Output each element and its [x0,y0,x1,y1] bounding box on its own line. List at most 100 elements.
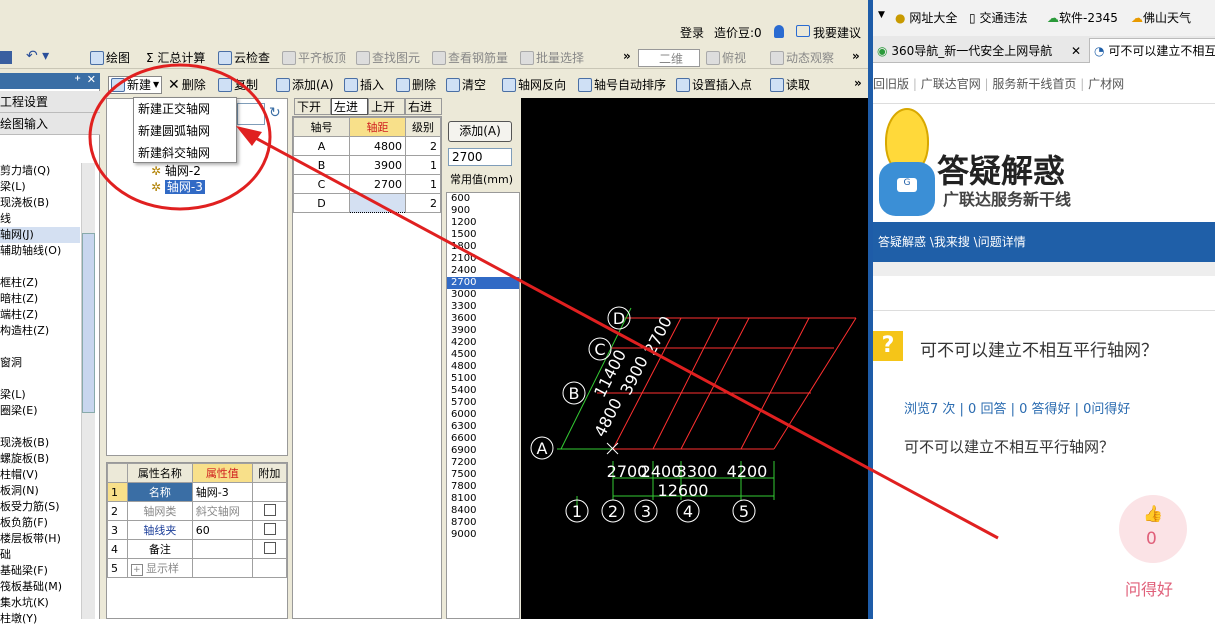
sum-calc-button[interactable]: Σ 汇总计算 [146,49,205,67]
cad-canvas[interactable]: D C B A 1 2 3 4 5 2700 3900 11400 4800 2… [521,98,868,619]
common-value-item[interactable]: 3000 [447,289,519,301]
axis-distance-editing[interactable] [349,193,406,213]
left-scrollbar[interactable] [81,163,95,619]
common-value-item[interactable]: 8100 [447,493,519,505]
component-list-item[interactable]: 梁(L) [0,179,80,195]
close-icon[interactable]: ✕ [1071,40,1081,62]
common-value-item[interactable]: 7500 [447,469,519,481]
axis-level[interactable]: 2 [405,193,441,213]
menu-new-arc[interactable]: 新建圆弧轴网 [134,120,236,142]
component-list-item[interactable]: 轴网(J) [0,227,80,243]
common-value-item[interactable]: 5400 [447,385,519,397]
add-button[interactable]: 添加(A) [448,121,512,142]
component-list-item[interactable]: 辅助轴线(O) [0,243,80,259]
common-value-item[interactable]: 6300 [447,421,519,433]
tab-lower-bay[interactable]: 下开间 [294,98,331,130]
common-value-item[interactable]: 6900 [447,445,519,457]
component-list-item[interactable]: 柱帽(V) [0,467,80,483]
dynamic-view-button[interactable]: 动态观察 [770,49,834,67]
add-axis-button[interactable]: 添加(A) [276,76,334,94]
expand-icon[interactable]: + [131,564,143,576]
save-icon[interactable] [0,51,12,64]
insert-button[interactable]: 插入 [344,76,384,94]
common-value-item[interactable]: 5700 [447,397,519,409]
look-button[interactable]: 俯视 [706,49,746,67]
component-list-item[interactable]: 窗洞 [0,355,80,371]
component-list-item[interactable]: 板洞(N) [0,483,80,499]
common-value-item[interactable]: 6600 [447,433,519,445]
read-button[interactable]: 读取 [770,76,810,94]
common-value-item[interactable]: 1800 [447,241,519,253]
prop-value-name[interactable]: 轴网-3 [191,482,253,502]
common-value-item[interactable]: 1200 [447,217,519,229]
nav-link[interactable]: 回旧版 [873,77,909,91]
checkbox[interactable] [263,541,276,554]
draw-input[interactable]: 绘图输入 [0,113,100,135]
common-value-item[interactable]: 8700 [447,517,519,529]
common-value-item[interactable]: 4200 [447,337,519,349]
common-value-item[interactable]: 4800 [447,361,519,373]
common-value-item[interactable]: 8400 [447,505,519,517]
tab-right-depth[interactable]: 右进深 [405,98,442,130]
axis-level[interactable]: 1 [405,174,441,194]
component-list-item[interactable]: 暗柱(Z) [0,291,80,307]
project-settings[interactable]: 工程设置 [0,91,100,113]
cloud-check-button[interactable]: 云检查 [218,49,270,67]
common-value-item[interactable]: 4500 [447,349,519,361]
common-value-item[interactable]: 2100 [447,253,519,265]
common-value-item[interactable]: 5100 [447,373,519,385]
bookmark[interactable]: ☁佛山天气 [1131,9,1191,26]
common-value-item[interactable]: 9000 [447,529,519,541]
common-value-item[interactable]: 900 [447,205,519,217]
suggest-link[interactable]: 我要建议 [813,24,861,41]
checkbox[interactable] [263,522,276,535]
more-chevron-icon[interactable]: » [854,76,862,90]
component-list-item[interactable]: 板负筋(F) [0,515,80,531]
axis-distance[interactable]: 3900 [349,155,406,175]
chevron-down-icon[interactable]: ▼ [878,10,885,20]
menu-new-oblique[interactable]: 新建斜交轴网 [134,142,236,164]
auto-sort-button[interactable]: 轴号自动排序 [578,76,666,94]
common-value-item[interactable]: 3900 [447,325,519,337]
common-values-list[interactable]: 600 900 1200 1500 1800 2100 2400 2700 3000 3300 36… [446,192,520,619]
browser-tab-active[interactable]: ◔ 可不可以建立不相互 [1089,38,1215,63]
nav-link[interactable]: 广联达官网 [921,77,981,91]
component-list-item[interactable]: 基础梁(F) [0,563,80,579]
delete-axis-button[interactable]: 删除 [396,76,436,94]
component-list-item[interactable] [0,259,80,275]
view-rebar-button[interactable]: 查看钢筋量 [432,49,508,67]
flat-top-button[interactable]: 平齐板顶 [282,49,346,67]
component-list-item[interactable]: 集水坑(K) [0,595,80,611]
bookmark[interactable]: ☁软件-2345 [1047,9,1118,26]
axis-distance[interactable]: 4800 [349,136,406,156]
common-value-item[interactable]: 3300 [447,301,519,313]
common-value-item[interactable]: 6000 [447,409,519,421]
delete-button[interactable]: ✕ 删除 [168,76,206,94]
common-value-item[interactable]: 2400 [447,265,519,277]
clear-button[interactable]: 清空 [446,76,486,94]
login-link[interactable]: 登录 [680,24,704,41]
nav-link[interactable]: 广材网 [1088,77,1124,91]
component-list-item[interactable]: 构造柱(Z) [0,323,80,339]
view-mode-select[interactable]: 二维 [638,49,700,67]
axis-distance[interactable]: 2700 [349,174,406,194]
common-value-item[interactable]: 3600 [447,313,519,325]
set-insert-point-button[interactable]: 设置插入点 [676,76,752,94]
component-list-item[interactable]: 端柱(Z) [0,307,80,323]
common-value-item[interactable]: 7200 [447,457,519,469]
component-list-item[interactable]: 梁(L) [0,387,80,403]
value-input[interactable]: 2700 [448,148,512,166]
common-value-item[interactable]: 1500 [447,229,519,241]
undo-icon[interactable]: ↶ ▾ [26,48,49,64]
component-list-item[interactable]: 柱墩(Y) [0,611,80,627]
tab-upper-bay[interactable]: 上开间 [368,98,405,130]
more-chevron-icon[interactable]: » [623,49,631,63]
tab-left-depth[interactable]: 左进深 [331,98,368,130]
draw-button[interactable]: 绘图 [90,49,130,67]
find-button[interactable]: 查找图元 [356,49,420,67]
common-value-item[interactable]: 7800 [447,481,519,493]
component-list-item[interactable]: 现浇板(B) [0,435,80,451]
component-list-item[interactable]: 线 [0,211,80,227]
component-list-item[interactable]: 现浇板(B) [0,195,80,211]
bell-icon[interactable] [774,25,784,38]
